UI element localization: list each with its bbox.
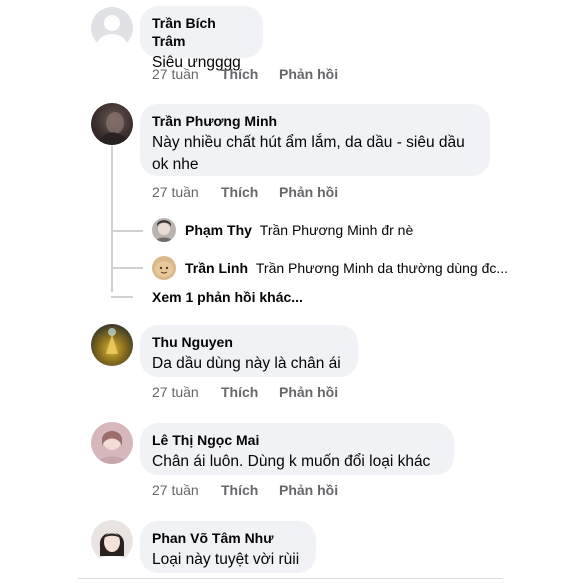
reply-button[interactable]: Phản hồi — [279, 384, 338, 400]
reply-item: Trần Linh Trần Phương Minh da thường dùn… — [185, 260, 508, 276]
thread-branch — [111, 267, 143, 269]
comment-author[interactable]: Phan Võ Tâm Như — [152, 529, 304, 547]
comment-text: Da dầu dùng này là chân ái — [152, 355, 341, 372]
reply-button[interactable]: Phản hồi — [279, 482, 338, 498]
comment-time[interactable]: 27 tuần — [152, 384, 199, 400]
comment-author[interactable]: Trần Bích Trâm — [152, 14, 251, 50]
user-photo-icon — [106, 328, 118, 354]
comment-author[interactable]: Trần Phương Minh — [152, 112, 478, 130]
divider — [78, 578, 503, 579]
avatar[interactable] — [152, 256, 176, 280]
comment-text-line: ok nhe — [152, 156, 199, 173]
comment-bubble: Phan Võ Tâm Như Loại này tuyệt vời rùii — [140, 521, 316, 573]
avatar[interactable] — [91, 103, 133, 145]
avatar[interactable] — [91, 422, 133, 464]
like-button[interactable]: Thích — [221, 66, 258, 82]
avatar[interactable] — [91, 520, 133, 562]
comment-time[interactable]: 27 tuần — [152, 184, 199, 200]
comment-time[interactable]: 27 tuần — [152, 66, 199, 82]
thread-line — [111, 146, 113, 292]
like-button[interactable]: Thích — [221, 482, 258, 498]
like-button[interactable]: Thích — [221, 184, 258, 200]
comment-bubble: Lê Thị Ngọc Mai Chân ái luôn. Dùng k muố… — [140, 423, 454, 475]
reply-text: Trần Phương Minh đr nè — [259, 222, 414, 238]
thread-branch — [111, 230, 143, 232]
reply-item: Phạm Thy Trần Phương Minh đr nè — [185, 222, 413, 238]
avatar[interactable] — [91, 324, 133, 366]
reply-author[interactable]: Trần Linh — [185, 260, 248, 276]
reply-button[interactable]: Phản hồi — [279, 66, 338, 82]
comment-bubble: Trần Bích Trâm Siêu ưngggg — [140, 6, 263, 71]
like-button[interactable]: Thích — [221, 384, 258, 400]
user-photo-icon — [97, 431, 127, 464]
comment-bubble: Trần Phương Minh Này nhiều chất hút ẩm l… — [140, 104, 490, 176]
comment-bubble: Thu Nguyen Da dầu dùng này là chân ái — [140, 325, 358, 377]
view-more-replies-link[interactable]: Xem 1 phản hồi khác... — [152, 289, 303, 305]
avatar[interactable] — [91, 7, 133, 49]
user-photo-icon — [97, 532, 127, 562]
reply-author[interactable]: Phạm Thy — [185, 222, 252, 238]
reply-button[interactable]: Phản hồi — [279, 184, 338, 200]
avatar[interactable] — [152, 218, 176, 242]
comment-author[interactable]: Thu Nguyen — [152, 333, 346, 351]
user-photo-icon — [155, 220, 173, 242]
user-photo-icon — [155, 261, 173, 277]
comment-text: Loại này tuyệt vời rùii — [152, 551, 300, 568]
comment-text: Chân ái luôn. Dùng k muốn đổi loại khác — [152, 453, 431, 470]
comment-time[interactable]: 27 tuần — [152, 482, 199, 498]
reply-text: Trần Phương Minh da thường dùng đc... — [255, 260, 509, 276]
comment-author[interactable]: Lê Thị Ngọc Mai — [152, 431, 442, 449]
thread-branch — [111, 296, 133, 298]
comment-text-line: Này nhiều chất hút ẩm lắm, da dầu - siêu… — [152, 134, 465, 151]
default-avatar-icon — [97, 15, 127, 49]
user-photo-icon — [99, 112, 129, 145]
